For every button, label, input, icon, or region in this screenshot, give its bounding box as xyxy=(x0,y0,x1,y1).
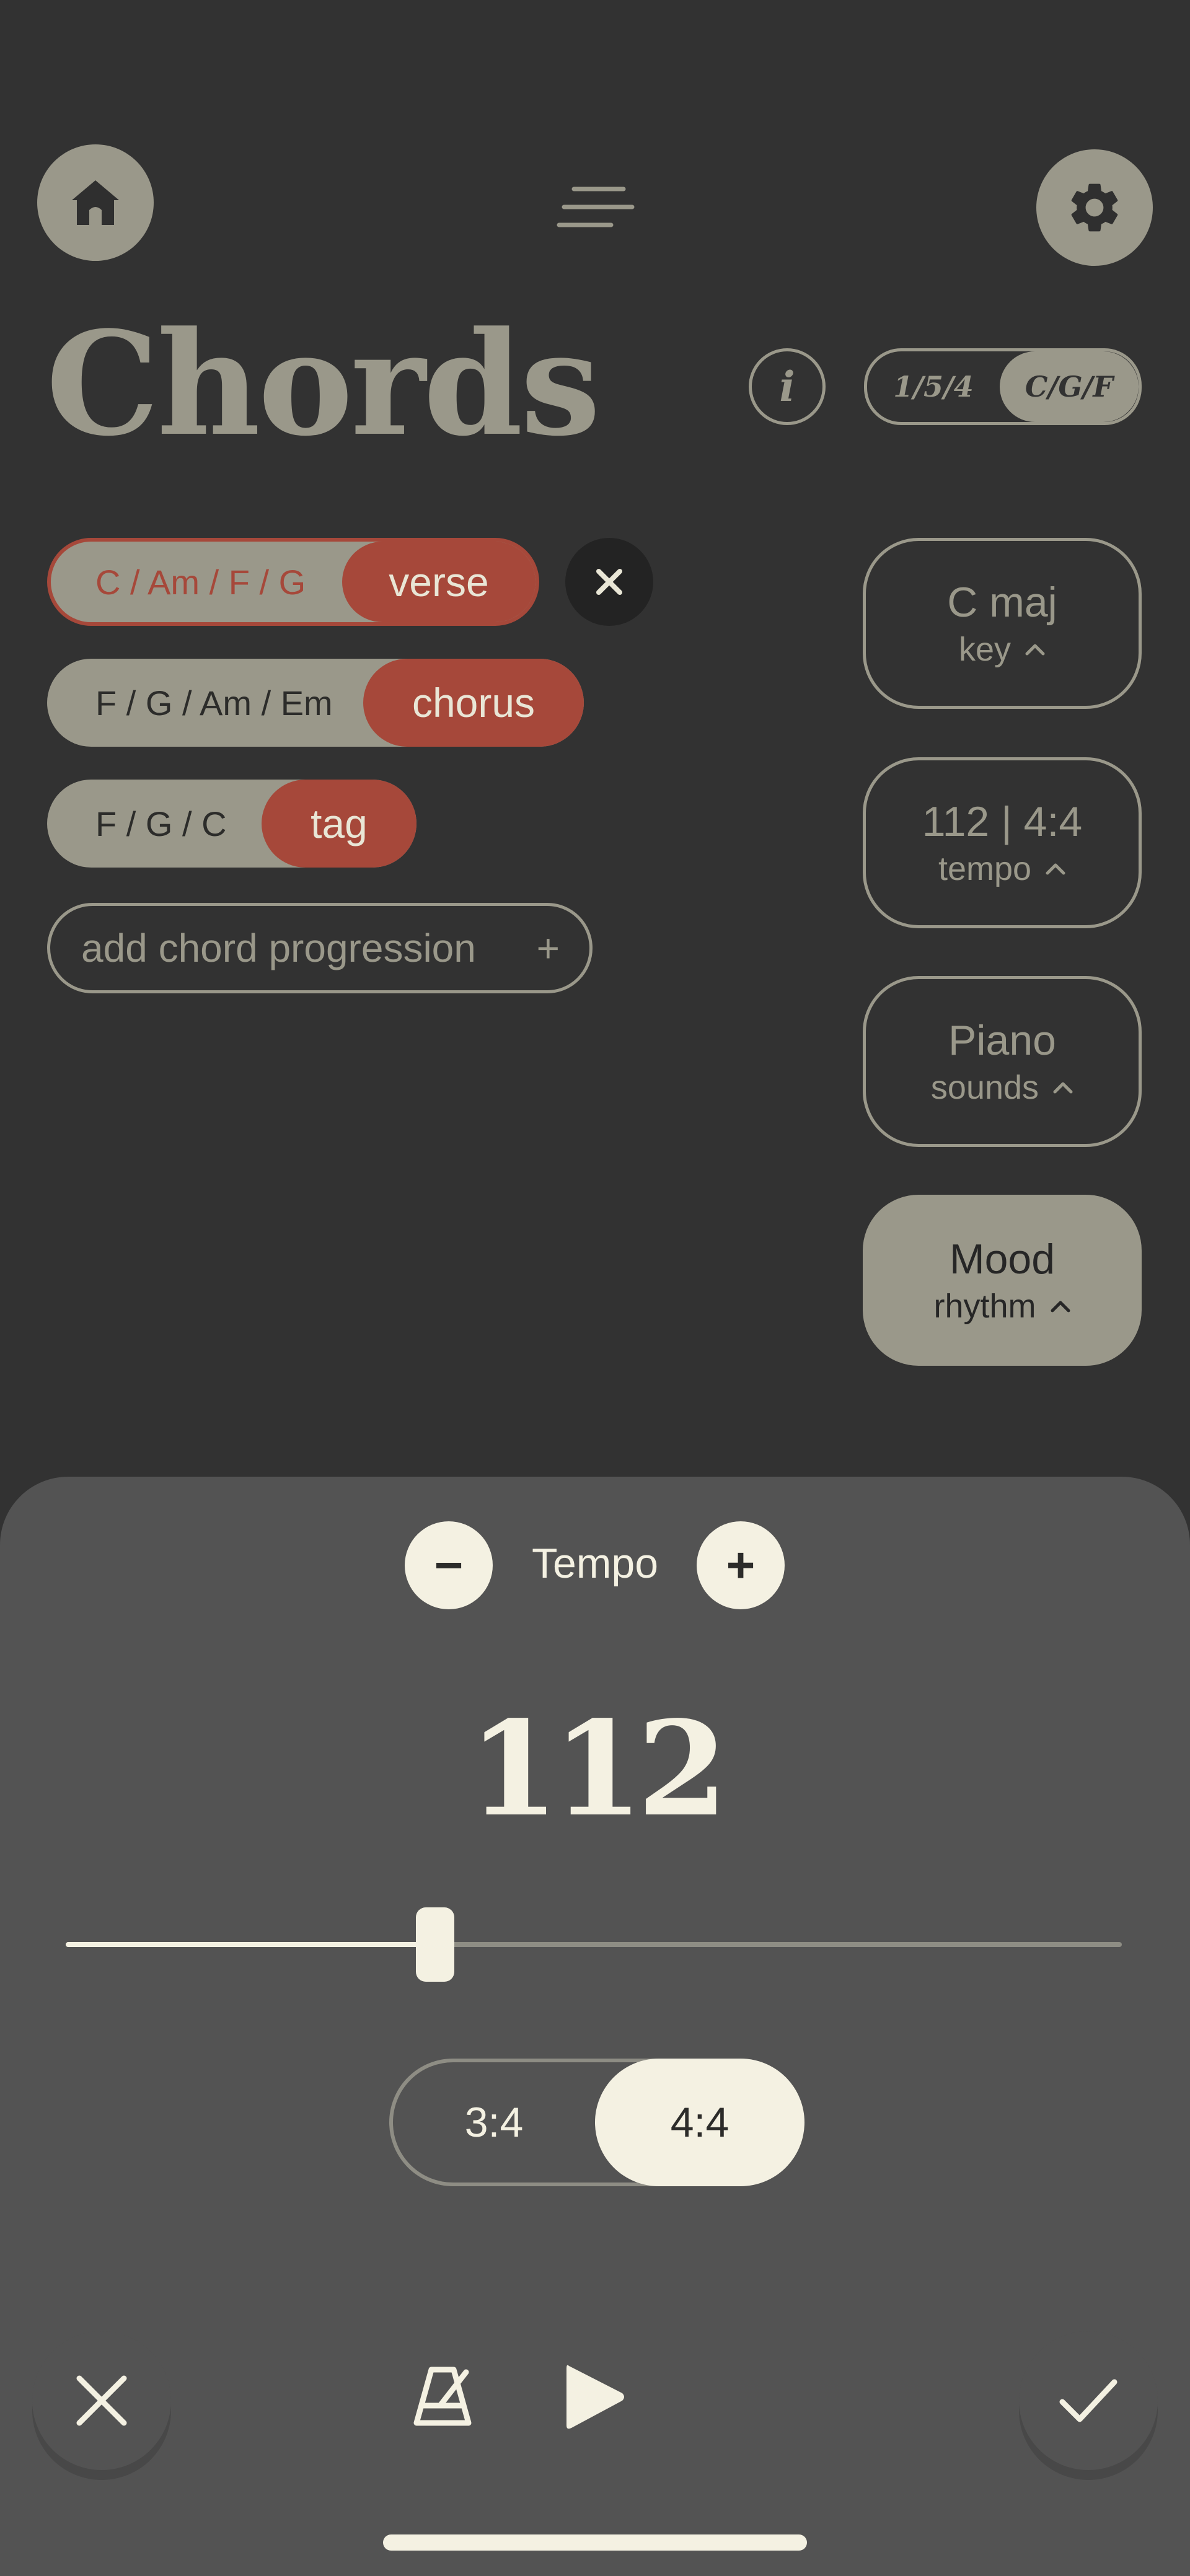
tempo-value: 112 | 4:4 xyxy=(922,798,1083,845)
section-tag-chorus: chorus xyxy=(363,659,584,747)
progression-chords: F / G / Am / Em xyxy=(95,683,333,723)
sounds-label-row: sounds xyxy=(931,1068,1073,1107)
info-icon: i xyxy=(779,363,795,411)
notation-option-numbers[interactable]: 1/5/4 xyxy=(867,370,1000,403)
progression-chords: F / G / C xyxy=(95,804,227,843)
rhythm-label: rhythm xyxy=(933,1288,1036,1325)
slider-thumb[interactable] xyxy=(416,1907,455,1982)
home-icon xyxy=(72,180,119,225)
plus-icon: + xyxy=(726,1537,756,1593)
tempo-label: tempo xyxy=(938,850,1032,887)
plus-icon: + xyxy=(536,926,560,970)
tempo-decrease-button[interactable]: − xyxy=(405,1521,493,1609)
progression-tag[interactable]: F / G / C tag xyxy=(47,780,416,868)
tempo-control[interactable]: 112 | 4:4 tempo xyxy=(863,757,1142,928)
metronome-icon xyxy=(413,2367,472,2426)
key-value: C maj xyxy=(947,579,1057,626)
sounds-control[interactable]: Piano sounds xyxy=(863,976,1142,1147)
gear-icon xyxy=(1071,183,1118,232)
key-label-row: key xyxy=(959,630,1046,669)
tempo-value-large: 112 xyxy=(468,1692,728,1845)
time-signature-4-4[interactable]: 4:4 xyxy=(595,2059,804,2186)
remove-progression-button[interactable] xyxy=(565,538,653,626)
metronome-button[interactable] xyxy=(409,2363,476,2430)
menu-button[interactable] xyxy=(555,183,636,239)
page-title: Chords xyxy=(46,301,601,468)
tempo-slider[interactable] xyxy=(66,1901,1122,1988)
section-tag-verse: verse xyxy=(342,542,536,622)
progression-chorus[interactable]: F / G / Am / Em chorus xyxy=(47,659,584,747)
play-icon xyxy=(566,2365,624,2429)
slider-fill xyxy=(66,1942,436,1947)
chevron-up-icon xyxy=(1046,863,1065,875)
rhythm-control[interactable]: Mood rhythm xyxy=(863,1195,1142,1366)
tempo-label-row: tempo xyxy=(938,850,1066,888)
sounds-label: sounds xyxy=(930,1069,1039,1106)
confirm-button[interactable] xyxy=(1019,2331,1158,2470)
notation-toggle[interactable]: 1/5/4 C/G/F xyxy=(864,348,1142,425)
section-tag-tag: tag xyxy=(262,780,416,868)
notation-option-letters[interactable]: C/G/F xyxy=(1000,351,1139,422)
rhythm-label-row: rhythm xyxy=(933,1287,1070,1325)
menu-icon xyxy=(557,187,635,227)
tempo-increase-button[interactable]: + xyxy=(697,1521,785,1609)
key-label: key xyxy=(958,631,1011,668)
close-icon xyxy=(76,2375,127,2426)
rhythm-value: Mood xyxy=(949,1236,1056,1283)
settings-button[interactable] xyxy=(1036,149,1153,266)
play-button[interactable] xyxy=(560,2360,628,2434)
home-button[interactable] xyxy=(37,144,154,261)
check-icon xyxy=(1059,2379,1117,2422)
minus-icon: − xyxy=(434,1537,464,1593)
progression-chords: C / Am / F / G xyxy=(95,562,306,602)
info-button[interactable]: i xyxy=(749,348,826,425)
key-control[interactable]: C maj key xyxy=(863,538,1142,709)
progression-verse[interactable]: C / Am / F / G verse xyxy=(47,538,539,626)
chevron-up-icon xyxy=(1025,644,1045,656)
close-icon xyxy=(596,569,622,595)
add-progression-button[interactable]: add chord progression + xyxy=(47,903,593,993)
home-indicator xyxy=(383,2534,807,2551)
cancel-button[interactable] xyxy=(32,2331,171,2470)
chevron-up-icon xyxy=(1053,1082,1073,1094)
time-signature-3-4[interactable]: 3:4 xyxy=(393,2062,595,2183)
sounds-value: Piano xyxy=(948,1017,1056,1064)
tempo-sheet-title: Tempo xyxy=(531,1540,659,1587)
time-signature-toggle[interactable]: 3:4 4:4 xyxy=(389,2059,804,2186)
chevron-up-icon xyxy=(1051,1301,1070,1312)
add-progression-label: add chord progression xyxy=(81,926,476,970)
